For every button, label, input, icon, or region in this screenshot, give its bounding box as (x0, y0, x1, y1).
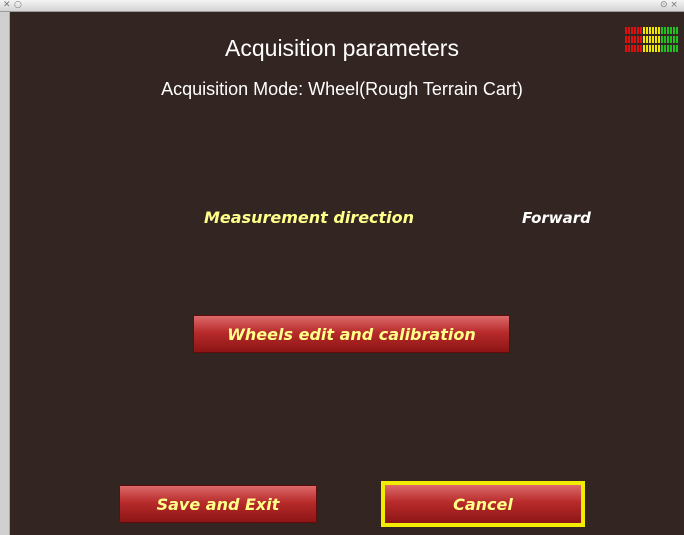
meter-segment (637, 27, 639, 34)
window-titlebar: ✕ ○ ⊙ × (0, 0, 684, 12)
measurement-direction-label: Measurement direction (204, 208, 415, 227)
meter-segment (667, 27, 669, 34)
page-title: Acquisition parameters (225, 35, 459, 61)
meter-segment (649, 27, 651, 34)
meter-segment (631, 27, 633, 34)
meter-segment (652, 27, 654, 34)
meter-segment (643, 27, 645, 34)
cancel-button[interactable]: Cancel (381, 481, 585, 527)
cancel-label: Cancel (453, 494, 513, 514)
window-controls-icon[interactable]: ⊙ × (660, 0, 678, 11)
meter-segment (661, 27, 663, 34)
window-menu-icon[interactable]: ○ (14, 0, 22, 11)
meter-segment (673, 27, 675, 34)
close-icon[interactable]: ✕ (3, 0, 11, 11)
acquisition-mode-text: Acquisition Mode: Wheel(Rough Terrain Ca… (161, 79, 523, 99)
wheels-edit-calibration-button[interactable]: Wheels edit and calibration (193, 315, 510, 353)
save-and-exit-label: Save and Exit (156, 494, 280, 514)
meter-segment (676, 27, 678, 34)
meter-segment (658, 27, 660, 34)
measurement-direction-value[interactable]: Forward (522, 209, 591, 227)
meter-segment (634, 27, 636, 34)
meter-segment (640, 27, 642, 34)
meter-segment (625, 27, 627, 34)
meter-segment (670, 27, 672, 34)
save-and-exit-button[interactable]: Save and Exit (119, 485, 317, 523)
meter-segment (646, 27, 648, 34)
wheels-edit-calibration-label: Wheels edit and calibration (227, 324, 476, 344)
meter-segment (664, 27, 666, 34)
meter-segment (628, 27, 630, 34)
meter-segment (655, 27, 657, 34)
